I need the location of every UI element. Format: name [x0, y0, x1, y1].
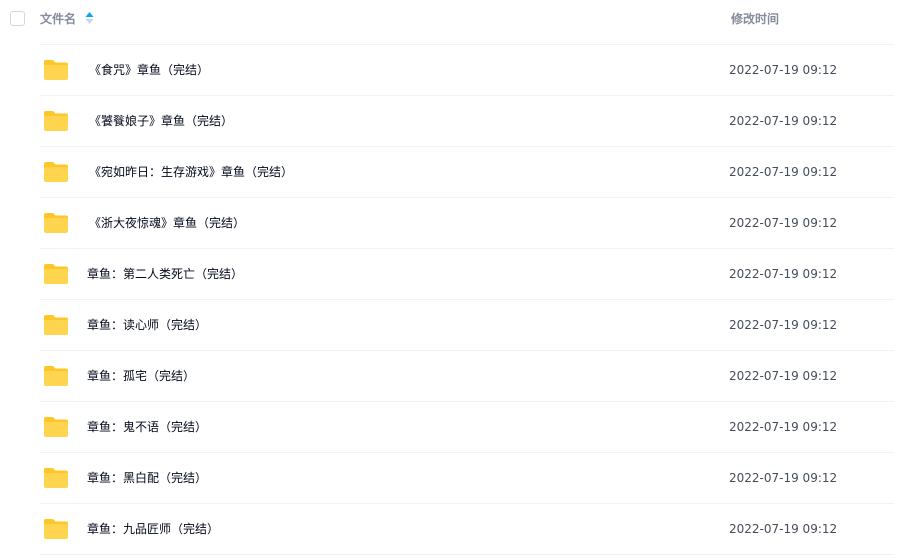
file-row[interactable]: 章鱼：孤宅（完结） 2022-07-19 09:12 — [0, 351, 898, 402]
file-name[interactable]: 《食咒》章鱼（完结） — [89, 63, 209, 77]
folder-icon — [44, 366, 68, 386]
select-all-checkbox[interactable] — [10, 11, 25, 26]
file-modified-time: 2022-07-19 09:12 — [729, 522, 838, 536]
file-list-header: 文件名 修改时间 — [0, 0, 898, 44]
file-modified-time: 2022-07-19 09:12 — [729, 369, 838, 383]
folder-icon — [44, 162, 68, 182]
file-name[interactable]: 章鱼：第二人类死亡（完结） — [87, 267, 243, 281]
file-modified-time: 2022-07-19 09:12 — [729, 216, 838, 230]
file-row[interactable]: 章鱼：九品匠师（完结） 2022-07-19 09:12 — [0, 504, 898, 555]
file-name[interactable]: 《浙大夜惊魂》章鱼（完结） — [89, 216, 245, 230]
folder-icon — [44, 468, 68, 488]
file-row[interactable]: 《浙大夜惊魂》章鱼（完结） 2022-07-19 09:12 — [0, 198, 898, 249]
file-modified-time: 2022-07-19 09:12 — [729, 471, 838, 485]
sort-icon[interactable] — [85, 11, 94, 25]
folder-icon — [44, 264, 68, 284]
file-name[interactable]: 《饕餮娘子》章鱼（完结） — [89, 114, 233, 128]
folder-icon — [44, 315, 68, 335]
file-row[interactable]: 《宛如昨日：生存游戏》章鱼（完结） 2022-07-19 09:12 — [0, 147, 898, 198]
file-row[interactable]: 《饕餮娘子》章鱼（完结） 2022-07-19 09:12 — [0, 96, 898, 147]
file-name[interactable]: 章鱼：读心师（完结） — [87, 318, 207, 332]
file-row[interactable]: 章鱼：黑白配（完结） 2022-07-19 09:12 — [0, 453, 898, 504]
folder-icon — [44, 519, 68, 539]
file-row[interactable]: 《食咒》章鱼（完结） 2022-07-19 09:12 — [0, 45, 898, 96]
folder-icon — [44, 417, 68, 437]
file-row[interactable]: 章鱼：第二人类死亡（完结） 2022-07-19 09:12 — [0, 249, 898, 300]
folder-icon — [44, 111, 68, 131]
file-name[interactable]: 《宛如昨日：生存游戏》章鱼（完结） — [89, 165, 293, 179]
file-row[interactable]: 章鱼：鬼不语（完结） 2022-07-19 09:12 — [0, 402, 898, 453]
file-name[interactable]: 章鱼：孤宅（完结） — [87, 369, 195, 383]
file-list-page: 文件名 修改时间 《食咒》章鱼（完结） 2022-07-19 09:12 《饕餮… — [0, 0, 898, 559]
file-modified-time: 2022-07-19 09:12 — [729, 63, 838, 77]
file-modified-time: 2022-07-19 09:12 — [729, 318, 838, 332]
file-list: 《食咒》章鱼（完结） 2022-07-19 09:12 《饕餮娘子》章鱼（完结）… — [0, 45, 898, 555]
file-modified-time: 2022-07-19 09:12 — [729, 267, 838, 281]
file-modified-time: 2022-07-19 09:12 — [729, 114, 838, 128]
file-name[interactable]: 章鱼：鬼不语（完结） — [87, 420, 207, 434]
column-header-name[interactable]: 文件名 — [40, 12, 76, 26]
file-name[interactable]: 章鱼：九品匠师（完结） — [87, 522, 219, 536]
folder-icon — [44, 60, 68, 80]
file-modified-time: 2022-07-19 09:12 — [729, 420, 838, 434]
file-row[interactable]: 章鱼：读心师（完结） 2022-07-19 09:12 — [0, 300, 898, 351]
folder-icon — [44, 213, 68, 233]
file-name[interactable]: 章鱼：黑白配（完结） — [87, 471, 207, 485]
file-modified-time: 2022-07-19 09:12 — [729, 165, 838, 179]
column-header-modified-time[interactable]: 修改时间 — [731, 12, 779, 26]
